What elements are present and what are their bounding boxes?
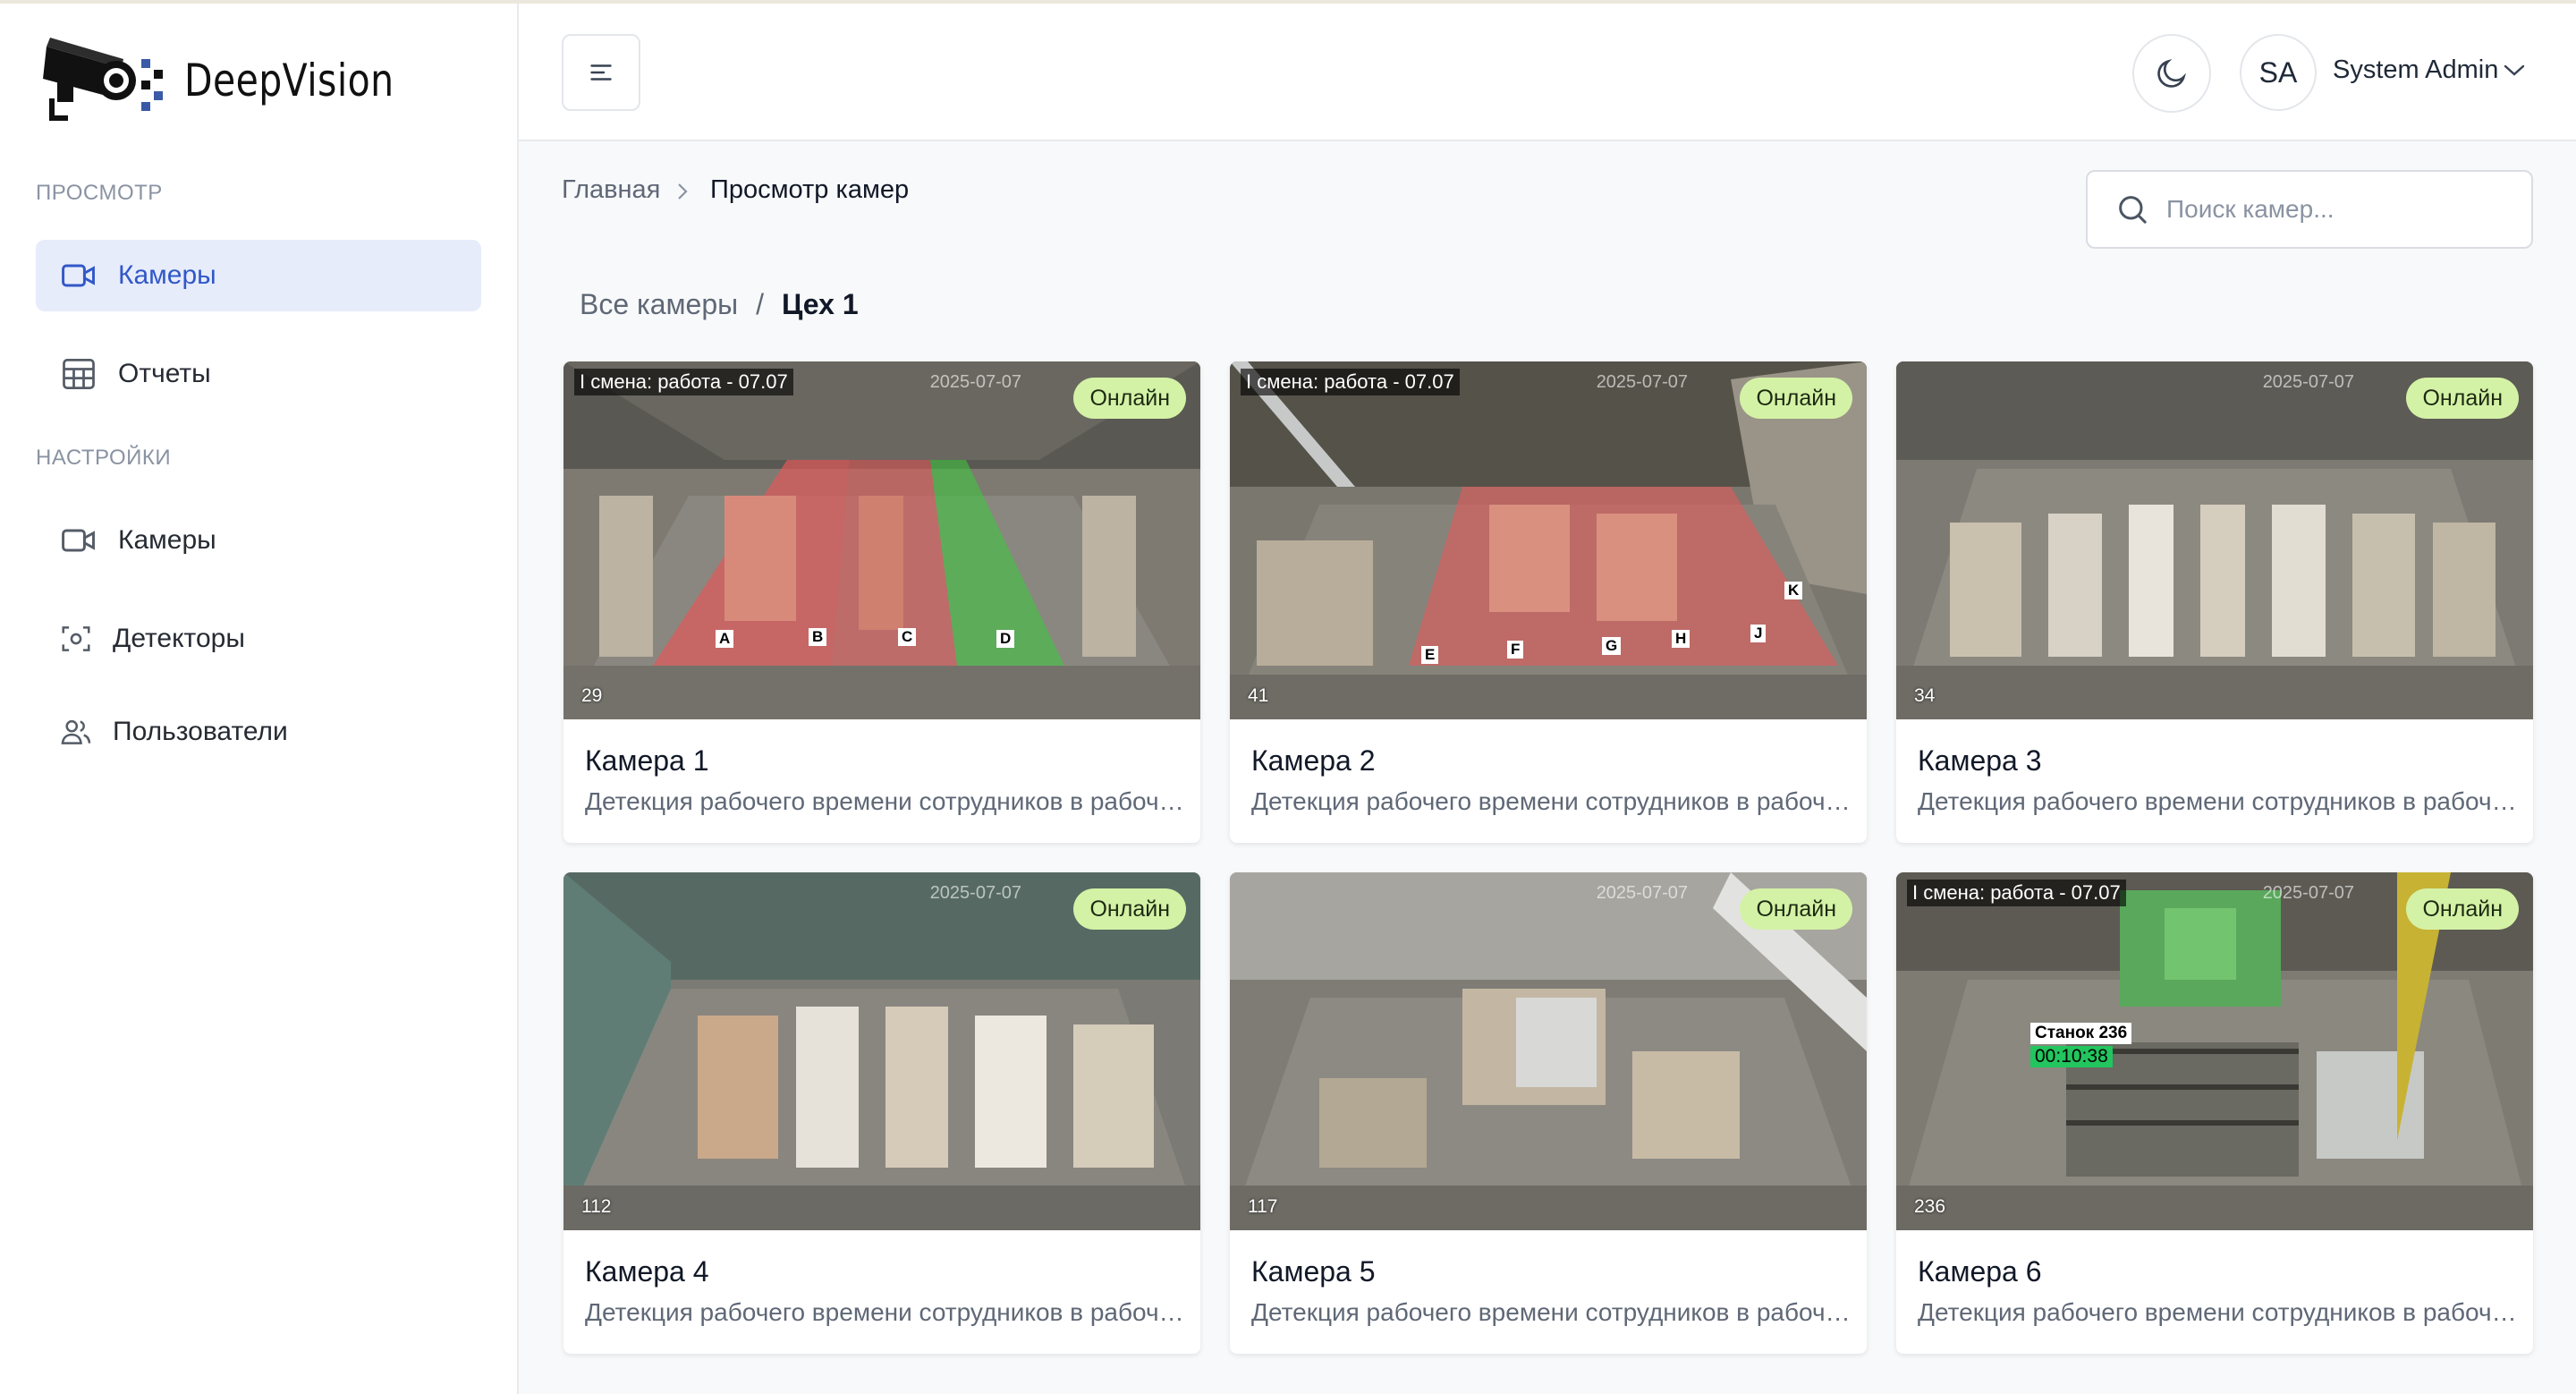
group-current: Цех 1: [782, 288, 859, 320]
camera-preview[interactable]: 2025-07-07 Онлайн 112: [564, 872, 1200, 1230]
camera-card[interactable]: E F G H J K I смена: работа - 07.07 2025…: [1230, 361, 1867, 843]
zone-label: E: [1421, 646, 1439, 664]
table-icon: [63, 359, 95, 389]
sidebar: DeepVision ПРОСМОТР Камеры Отчеты НАСТРО…: [0, 4, 519, 1394]
menu-icon: [590, 64, 612, 81]
camera-overlay-date: 2025-07-07: [1596, 883, 1688, 903]
camera-description: Детекция рабочего времени сотрудников в …: [1918, 1298, 2517, 1326]
camera-title: Камера 4: [585, 1255, 709, 1288]
camera-id-label: 112: [581, 1196, 612, 1217]
search-box[interactable]: [2086, 170, 2533, 249]
camera-card[interactable]: 2025-07-07 Онлайн 112 Камера 4 Детекция …: [564, 872, 1200, 1354]
zone-label: F: [1507, 641, 1524, 659]
group-separator: /: [756, 288, 765, 320]
menu-toggle-button[interactable]: [562, 34, 640, 111]
moon-icon: [2157, 58, 2187, 88]
theme-toggle-button[interactable]: [2132, 34, 2211, 113]
sidebar-item-label: Отчеты: [118, 359, 211, 388]
status-badge: Онлайн: [1073, 888, 1186, 930]
sidebar-item-label: Камеры: [118, 260, 216, 290]
camera-id-label: 236: [1914, 1196, 1946, 1217]
breadcrumb-current: Просмотр камер: [710, 175, 910, 204]
video-camera-icon: [62, 529, 95, 552]
top-header: SA System Admin: [519, 4, 2576, 141]
zone-label: D: [996, 630, 1015, 648]
avatar[interactable]: SA: [2240, 34, 2317, 111]
machine-name: Станок 236: [2030, 1023, 2132, 1044]
sidebar-item-cameras-settings[interactable]: Камеры: [36, 505, 481, 576]
chevron-right-icon: [674, 181, 691, 207]
zone-label: A: [716, 630, 734, 648]
camera-preview[interactable]: E F G H J K I смена: работа - 07.07 2025…: [1230, 361, 1867, 719]
zone-label: C: [898, 628, 917, 646]
camera-description: Детекция рабочего времени сотрудников в …: [1251, 1298, 1851, 1326]
camera-description: Детекция рабочего времени сотрудников в …: [585, 1298, 1184, 1326]
chevron-down-icon[interactable]: [2503, 63, 2526, 83]
app-name: DeepVision: [184, 55, 394, 106]
camera-overlay-date: 2025-07-07: [929, 372, 1021, 392]
breadcrumb-home[interactable]: Главная: [562, 175, 660, 205]
sidebar-item-label: Пользователи: [113, 717, 288, 746]
status-badge: Онлайн: [1740, 888, 1852, 930]
sidebar-item-users[interactable]: Пользователи: [36, 696, 481, 768]
section-label-view: ПРОСМОТР: [36, 181, 163, 205]
zone-label: H: [1672, 630, 1690, 648]
camera-description: Детекция рабочего времени сотрудников в …: [585, 787, 1184, 815]
camera-preview[interactable]: 2025-07-07 Онлайн 117: [1230, 872, 1867, 1230]
users-icon: [61, 719, 91, 744]
camera-card[interactable]: A B C D I смена: работа - 07.07 2025-07-…: [564, 361, 1200, 843]
camera-preview[interactable]: 2025-07-07 Онлайн 34: [1896, 361, 2533, 719]
camera-id-label: 29: [581, 685, 603, 706]
camera-overlay-title: I смена: работа - 07.07: [1907, 880, 2126, 906]
search-icon: [2119, 196, 2147, 224]
video-camera-icon: [62, 264, 95, 287]
scan-icon: [62, 626, 90, 651]
camera-title: Камера 6: [1918, 1255, 2042, 1288]
zone-label: J: [1750, 625, 1767, 642]
zone-label: K: [1784, 582, 1803, 599]
camera-overlay-date: 2025-07-07: [1596, 372, 1688, 392]
sidebar-item-reports[interactable]: Отчеты: [36, 338, 481, 410]
camera-title: Камера 3: [1918, 744, 2042, 777]
camera-card[interactable]: 2025-07-07 Онлайн 34 Камера 3 Детекция р…: [1896, 361, 2533, 843]
camera-title: Камера 5: [1251, 1255, 1376, 1288]
sidebar-item-cameras-view[interactable]: Камеры: [36, 240, 481, 311]
camera-id-label: 41: [1248, 685, 1269, 706]
machine-timer: 00:10:38: [2030, 1046, 2113, 1067]
status-badge: Онлайн: [2406, 888, 2519, 930]
camera-logo-icon: [41, 29, 172, 132]
camera-preview[interactable]: A B C D I смена: работа - 07.07 2025-07-…: [564, 361, 1200, 719]
user-menu-name[interactable]: System Admin: [2333, 55, 2498, 85]
status-badge: Онлайн: [1740, 378, 1852, 419]
zone-label: B: [809, 628, 827, 646]
camera-id-label: 34: [1914, 685, 1936, 706]
camera-preview[interactable]: Станок 236 00:10:38 I смена: работа - 07…: [1896, 872, 2533, 1230]
camera-description: Детекция рабочего времени сотрудников в …: [1918, 787, 2517, 815]
app-logo[interactable]: DeepVision: [41, 29, 440, 132]
camera-title: Камера 1: [585, 744, 709, 777]
status-badge: Онлайн: [1073, 378, 1186, 419]
group-title: Все камеры / Цех 1: [580, 288, 859, 321]
section-label-settings: НАСТРОЙКИ: [36, 446, 172, 470]
camera-overlay-title: I смена: работа - 07.07: [574, 369, 793, 395]
search-input[interactable]: [2166, 195, 2506, 224]
sidebar-item-detectors[interactable]: Детекторы: [36, 603, 481, 675]
camera-overlay-date: 2025-07-07: [2262, 372, 2354, 392]
status-badge: Онлайн: [2406, 378, 2519, 419]
camera-card[interactable]: Станок 236 00:10:38 I смена: работа - 07…: [1896, 872, 2533, 1354]
camera-description: Детекция рабочего времени сотрудников в …: [1251, 787, 1851, 815]
camera-overlay-date: 2025-07-07: [2262, 883, 2354, 903]
camera-title: Камера 2: [1251, 744, 1376, 777]
camera-card[interactable]: 2025-07-07 Онлайн 117 Камера 5 Детекция …: [1230, 872, 1867, 1354]
camera-id-label: 117: [1248, 1196, 1278, 1217]
camera-overlay-date: 2025-07-07: [929, 883, 1021, 903]
machine-tag: Станок 236 00:10:38: [2030, 1023, 2132, 1067]
zone-label: G: [1602, 637, 1622, 655]
group-parent-link[interactable]: Все камеры: [580, 288, 738, 321]
sidebar-item-label: Детекторы: [113, 624, 245, 653]
camera-overlay-title: I смена: работа - 07.07: [1241, 369, 1460, 395]
sidebar-item-label: Камеры: [118, 525, 216, 555]
